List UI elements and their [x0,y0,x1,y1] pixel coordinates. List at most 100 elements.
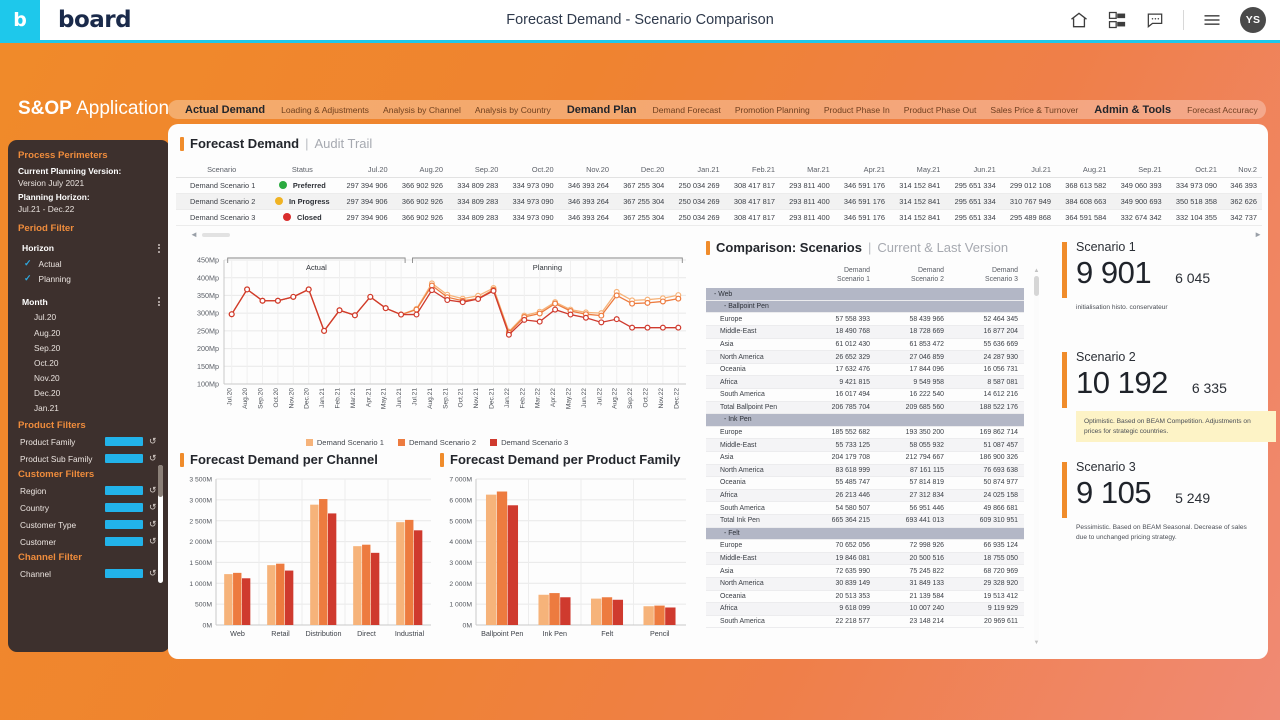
legend-item[interactable]: Demand Scenario 3 [490,438,568,447]
tab-demand-forecast[interactable]: Demand Forecast [646,105,728,115]
reset-icon[interactable]: ↺ [149,436,157,447]
scenario-card[interactable]: Scenario 39 105 5 249 Pessimistic. Based o… [1062,460,1276,570]
month-option-list[interactable]: Jul.20 Aug.20 Sep.20 Oct.20 Nov.20 Dec.20 Jan.… [8,310,170,416]
filter-selector[interactable] [105,503,143,513]
comparison-data-row[interactable]: Total Ink Pen 665 364 215 693 441 013 609 3… [706,514,1024,528]
tab-loading-adjustments[interactable]: Loading & Adjustments [274,105,376,115]
tab-analysis-by-channel[interactable]: Analysis by Channel [376,105,468,115]
comparison-data-row[interactable]: Oceania 17 632 476 17 844 096 16 056 731 [706,363,1024,376]
comparison-data-row[interactable]: South America 16 017 494 16 222 540 14 612 … [706,389,1024,402]
comparison-group-row[interactable]: - Ink Pen [706,413,1024,427]
tab-promotion-planning[interactable]: Promotion Planning [728,105,817,115]
comparison-data-row[interactable]: Africa 9 421 815 9 549 958 8 587 081 [706,375,1024,389]
comparison-data-row[interactable]: North America 30 839 149 31 849 133 29 328 … [706,577,1024,590]
scroll-right-icon[interactable]: ► [1254,230,1262,239]
comparison-data-row[interactable]: Oceania 55 485 747 57 814 819 50 874 977 [706,477,1024,490]
month-scrollbar-thumb[interactable] [158,465,163,497]
tab-demand-plan[interactable]: Demand Plan [558,104,646,116]
filter-selector[interactable] [105,569,143,579]
comparison-data-row[interactable]: Europe 185 552 682 193 350 200 169 862 714 [706,426,1024,439]
filter-customer-type[interactable]: Customer Type ↺ [8,516,170,533]
reset-icon[interactable]: ↺ [149,536,157,547]
product-family-bar-chart[interactable]: 7 000M 6 000M 5 000M 4 000M 3 000M 2 000M 1 00… [440,471,690,651]
comparison-data-row[interactable]: Europe 70 652 056 72 998 926 66 935 124 [706,540,1024,553]
filter-selector[interactable] [105,486,143,496]
audit-table-row[interactable]: Demand Scenario 1 Preferred 297 394 906 366… [176,178,1262,194]
comparison-data-row[interactable]: South America 22 218 577 23 148 214 20 969 … [706,615,1024,628]
filter-channel[interactable]: Channel ↺ [8,565,170,582]
scroll-down-icon[interactable]: ▼ [1034,640,1040,646]
legend-item[interactable]: Demand Scenario 2 [397,438,476,447]
reset-icon[interactable]: ↺ [149,453,157,464]
filter-product-sub-family[interactable]: Product Sub Family ↺ [8,450,170,467]
horizon-kebab-icon[interactable] [158,242,160,254]
nav-tab-bar[interactable]: Actual Demand Loading & Adjustments Analys… [168,100,1266,119]
legend-item[interactable]: Demand Scenario 1 [305,438,384,447]
filter-selector[interactable] [105,537,143,547]
reset-icon[interactable]: ↺ [149,502,157,513]
audit-horizontal-scrollbar[interactable]: ◄ ► [176,230,1262,239]
month-option[interactable]: Jan.21 [8,401,170,416]
month-option[interactable]: Oct.20 [8,355,170,370]
comparison-data-row[interactable]: Europe 57 558 393 58 439 966 52 464 345 [706,313,1024,326]
tab-admin-tools[interactable]: Admin & Tools [1085,104,1180,116]
tab-product-phase-out[interactable]: Product Phase Out [897,105,984,115]
filter-product-family[interactable]: Product Family ↺ [8,433,170,450]
dashboard-icon[interactable] [1107,10,1127,30]
filter-customer[interactable]: Customer ↺ [8,533,170,550]
tab-actual-demand[interactable]: Actual Demand [176,104,274,116]
tab-forecast-accuracy[interactable]: Forecast Accuracy [1180,105,1265,115]
month-option[interactable]: Jul.20 [8,310,170,325]
tab-product-phase-in[interactable]: Product Phase In [817,105,897,115]
home-icon[interactable] [1069,10,1089,30]
audit-table-row[interactable]: Demand Scenario 3 Closed 297 394 906 366 90… [176,210,1262,226]
forecast-line-chart[interactable]: 450Mp 400Mp 350Mp 300Mp 250Mp 200Mp 150Mp 100Mp… [182,248,692,430]
comparison-data-row[interactable]: Asia 72 635 990 75 245 822 68 720 969 [706,565,1024,578]
comparison-data-row[interactable]: Middle-East 19 846 081 20 500 516 18 755 05… [706,552,1024,565]
tab-sales-price-turnover[interactable]: Sales Price & Turnover [983,105,1085,115]
comparison-data-row[interactable]: South America 54 580 507 56 951 446 49 866 … [706,502,1024,515]
tab-analysis-by-country[interactable]: Analysis by Country [468,105,558,115]
comparison-data-row[interactable]: Africa 9 618 099 10 007 240 9 119 929 [706,602,1024,616]
avatar[interactable]: YS [1240,7,1266,33]
filter-selector[interactable] [105,520,143,530]
month-scrollbar[interactable] [158,465,163,583]
comparison-group-row[interactable]: - Web [706,288,1024,301]
comparison-group-row[interactable]: - Ballpoint Pen [706,300,1024,313]
reset-icon[interactable]: ↺ [149,568,157,579]
comparison-data-row[interactable]: Asia 204 179 708 212 794 667 186 900 326 [706,451,1024,465]
comparison-data-row[interactable]: Oceania 20 513 353 21 139 584 19 513 412 [706,590,1024,603]
reset-icon[interactable]: ↺ [149,485,157,496]
month-option[interactable]: Aug.20 [8,325,170,340]
audit-scroll-thumb[interactable] [201,232,230,237]
month-option[interactable]: Sep.20 [8,340,170,355]
filter-region[interactable]: Region ↺ [8,482,170,499]
horizon-option-planning[interactable]: ✓ Planning [8,271,170,286]
comparison-data-row[interactable]: North America 83 618 999 87 161 115 76 693 … [706,464,1024,477]
filter-selector[interactable] [105,437,143,447]
audit-table-row[interactable]: Demand Scenario 2 In Progress 297 394 906 3… [176,193,1262,210]
comparison-data-row[interactable]: North America 26 652 329 27 046 859 24 287 … [706,350,1024,364]
comment-icon[interactable] [1145,10,1165,30]
comparison-group-row[interactable]: - Felt [706,527,1024,540]
channel-bar-chart[interactable]: 3 500M 3 000M 2 500M 2 000M 1 500M 1 000M 500M… [180,471,435,651]
scenario-card[interactable]: Scenario 2 10 192 6 335 Optimistic. Based o… [1062,350,1276,446]
month-option[interactable]: Nov.20 [8,371,170,386]
comparison-data-row[interactable]: Asia 61 012 430 61 853 472 55 636 669 [706,338,1024,351]
menu-icon[interactable] [1202,10,1222,30]
month-kebab-icon[interactable] [158,295,160,307]
comparison-data-row[interactable]: Middle-East 18 490 768 18 728 669 16 877 20… [706,325,1024,339]
comparison-scrollbar[interactable]: ▲ ▼ [1033,268,1040,646]
horizon-option-actual[interactable]: ✓ Actual [8,256,170,271]
comparison-scroll-track[interactable] [1034,296,1039,640]
comparison-scroll-thumb[interactable] [1034,276,1039,296]
tab-s-op-meeting[interactable]: S&OP Meeting [1265,105,1266,115]
audit-scroll-track[interactable] [234,233,1250,237]
comparison-data-row[interactable]: Total Ballpoint Pen 206 785 704 209 685 56… [706,401,1024,414]
comparison-data-row[interactable]: Africa 26 213 446 27 312 834 24 025 158 [706,489,1024,502]
scenario-card[interactable]: Scenario 19 901 6 045 initialisation histo… [1062,240,1276,336]
reset-icon[interactable]: ↺ [149,519,157,530]
comparison-data-row[interactable]: Middle-East 55 733 125 58 055 932 51 087 45… [706,438,1024,452]
scroll-left-icon[interactable]: ◄ [190,230,198,239]
month-option[interactable]: Dec.20 [8,386,170,401]
